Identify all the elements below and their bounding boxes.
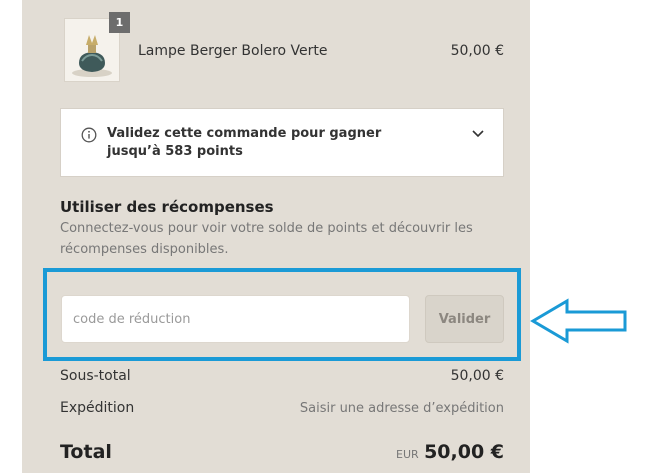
subtotal-label: Sous-total — [60, 368, 131, 384]
rewards-title: Utiliser des récompenses — [60, 198, 274, 216]
info-circle-icon — [81, 127, 97, 143]
shipping-label: Expédition — [60, 400, 135, 416]
discount-code-input[interactable] — [61, 295, 410, 343]
product-name: Lampe Berger Bolero Verte — [138, 43, 328, 59]
total-value: 50,00 € — [424, 441, 504, 463]
loyalty-points-disclosure[interactable]: Validez cette commande pour gagner jusqu… — [60, 108, 504, 177]
total-currency: EUR — [396, 448, 419, 461]
left-page-edge — [0, 0, 22, 473]
rewards-description: Connectez-vous pour voir votre solde de … — [60, 221, 473, 257]
product-price: 50,00 € — [450, 43, 504, 59]
apply-discount-button[interactable]: Valider — [425, 295, 504, 343]
left-arrow-outline-icon — [530, 298, 627, 344]
shipping-value: Saisir une adresse d’expédition — [299, 401, 504, 416]
quantity-badge: 1 — [109, 12, 130, 33]
loyalty-points-message: Validez cette commande pour gagner jusqu… — [107, 126, 382, 159]
subtotal-value: 50,00 € — [450, 368, 504, 384]
chevron-down-icon[interactable] — [471, 129, 485, 139]
total-label: Total — [60, 441, 112, 463]
